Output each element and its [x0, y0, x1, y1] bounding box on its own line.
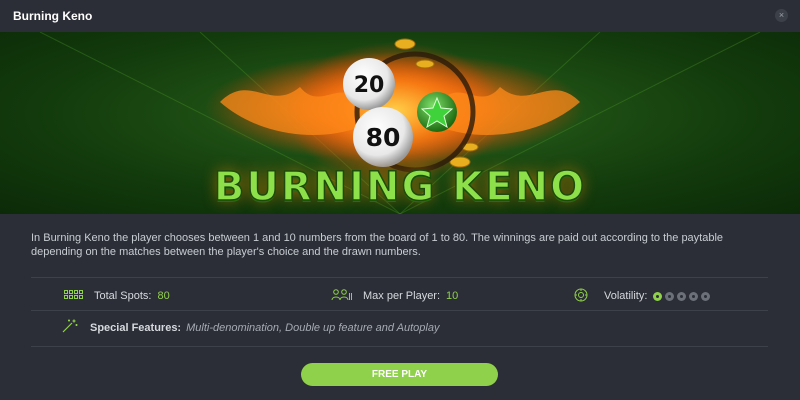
- game-description: In Burning Keno the player chooses betwe…: [31, 232, 724, 258]
- total-spots-label: Total Spots:: [94, 290, 152, 302]
- special-features-value: Multi-denomination, Double up feature an…: [186, 321, 440, 334]
- gauge-icon: [574, 288, 588, 305]
- volatility-dot: [689, 291, 699, 301]
- svg-text:20: 20: [354, 73, 385, 98]
- game-info-modal: Burning Keno × 20 80 BURNING KENO In Bur…: [0, 0, 800, 400]
- total-spots-value: 80: [157, 290, 170, 302]
- divider-middle: [31, 310, 768, 311]
- game-logo-text: BURNING KENO: [213, 163, 587, 211]
- volatility-rating: [653, 291, 713, 301]
- special-features: Special Features: Multi-denomination, Do…: [62, 319, 439, 336]
- max-per-player-value: 10: [446, 290, 459, 302]
- divider-top: [31, 277, 768, 278]
- free-play-button[interactable]: FREE PLAY: [301, 363, 498, 386]
- stat-max-per-player: Max per Player: 10: [331, 288, 459, 304]
- volatility-label: Volatility:: [604, 290, 648, 302]
- volatility-dot: [653, 291, 663, 301]
- stat-volatility: Volatility:: [574, 288, 713, 305]
- stat-total-spots: Total Spots: 80: [64, 289, 170, 303]
- game-banner: 20 80 BURNING KENO: [0, 32, 800, 214]
- volatility-dot: [701, 291, 711, 301]
- svg-text:80: 80: [366, 123, 401, 152]
- max-per-player-label: Max per Player:: [363, 290, 441, 302]
- volatility-dot: [665, 291, 675, 301]
- divider-bottom: [31, 346, 768, 347]
- star-ball: [417, 92, 457, 132]
- keno-ball-20: 20: [343, 58, 395, 110]
- grid-icon: [64, 289, 84, 303]
- title-bar: Burning Keno ×: [0, 0, 800, 32]
- magic-wand-icon: [62, 319, 78, 336]
- special-features-label: Special Features:: [90, 321, 182, 334]
- close-button[interactable]: ×: [775, 9, 788, 22]
- keno-ball-80: 80: [353, 107, 413, 167]
- volatility-dot: [677, 291, 687, 301]
- players-icon: [331, 288, 353, 304]
- modal-title: Burning Keno: [13, 9, 93, 23]
